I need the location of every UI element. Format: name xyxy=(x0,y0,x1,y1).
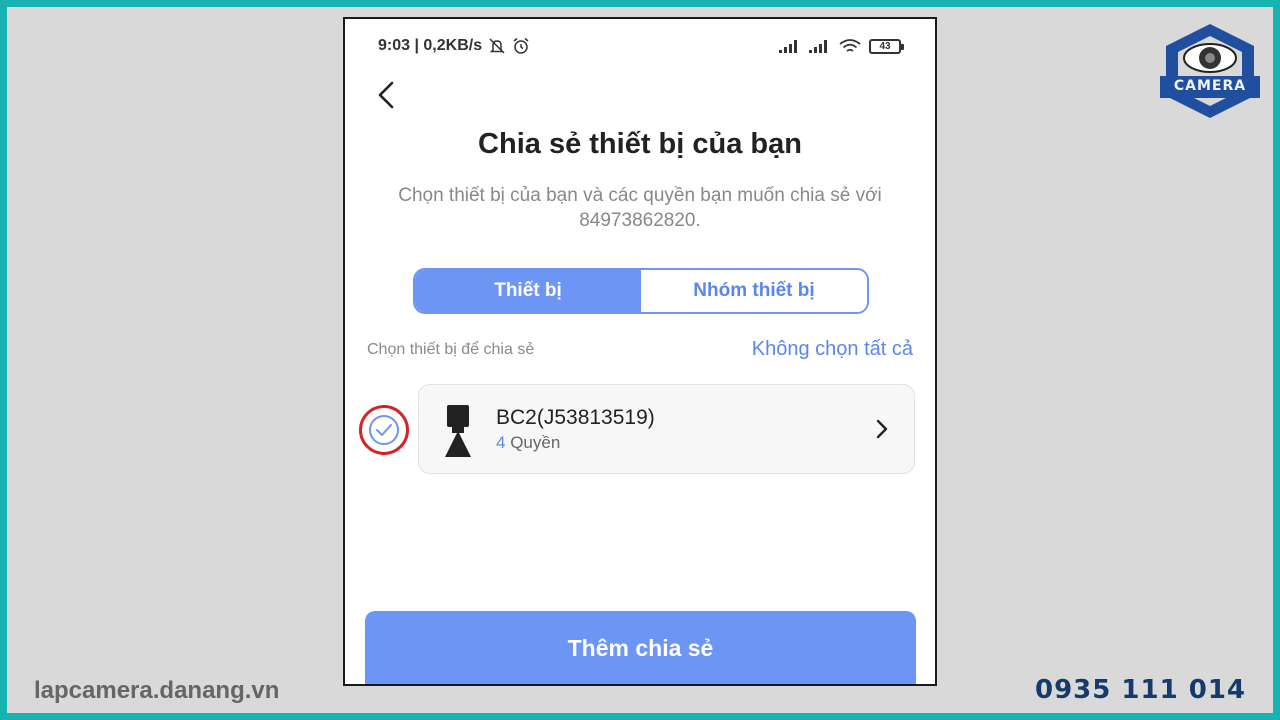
website-text: lapcamera.danang.vn xyxy=(34,677,280,704)
device-name: BC2(J53813519) xyxy=(496,406,655,429)
device-permissions: 4 Quyền xyxy=(496,433,560,453)
check-icon xyxy=(376,424,392,436)
signal-icon xyxy=(809,40,827,53)
battery-icon: 43 xyxy=(869,38,904,54)
phone-screen: 9:03 | 0,2KB/s 43 Chia sẻ thiết bị của b… xyxy=(343,17,937,686)
back-button[interactable] xyxy=(371,77,401,113)
device-type-tabs: Thiết bị Nhóm thiết bị xyxy=(413,268,869,314)
tab-devices[interactable]: Thiết bị xyxy=(415,270,641,312)
signal-icon xyxy=(779,40,797,53)
wifi-icon xyxy=(839,39,861,52)
deselect-all-link[interactable]: Không chọn tất cả xyxy=(752,338,913,361)
chevron-right-icon xyxy=(876,419,888,439)
logo-text: CAMERA xyxy=(1173,78,1247,94)
mute-bell-icon xyxy=(489,38,505,54)
device-select-checkbox[interactable] xyxy=(359,405,409,455)
camera-logo-icon xyxy=(1160,24,1260,118)
hotline-text: 0935 111 014 xyxy=(1034,675,1246,705)
device-row[interactable]: BC2(J53813519) 4 Quyền xyxy=(418,384,915,474)
select-devices-label: Chọn thiết bị để chia sẻ xyxy=(367,341,535,358)
permission-count: 4 xyxy=(496,433,506,452)
status-time: 9:03 | 0,2KB/s xyxy=(378,37,483,54)
permission-label: Quyền xyxy=(510,433,561,452)
page-subtitle: Chọn thiết bị của bạn và các quyền bạn m… xyxy=(398,185,882,231)
camera-device-icon xyxy=(445,405,471,457)
chevron-left-icon xyxy=(378,81,394,109)
status-bar: 9:03 | 0,2KB/s 43 xyxy=(378,35,904,57)
alarm-icon xyxy=(513,37,529,54)
page-title: Chia sẻ thiết bị của bạn xyxy=(478,128,802,160)
add-share-button[interactable]: Thêm chia sẻ xyxy=(365,611,916,684)
tab-device-groups[interactable]: Nhóm thiết bị xyxy=(641,270,867,312)
